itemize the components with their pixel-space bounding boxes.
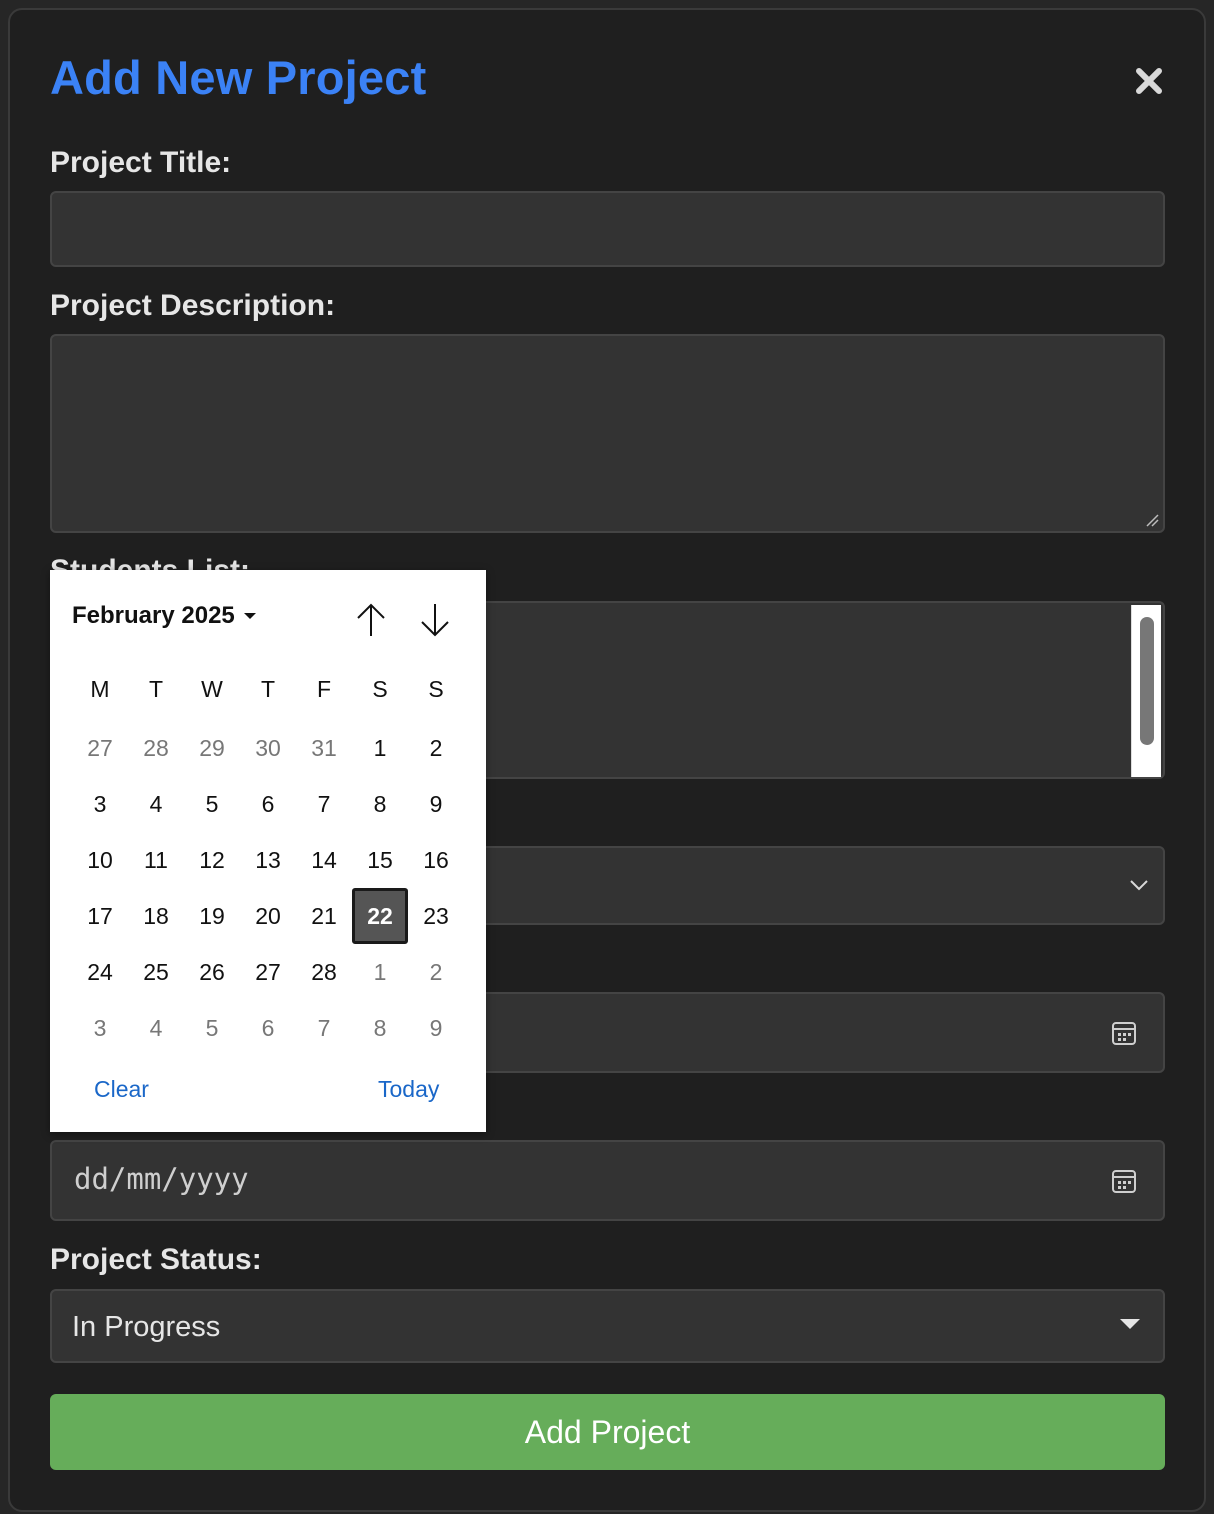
day-cell[interactable]: 2 xyxy=(408,944,464,1000)
day-cell[interactable]: 28 xyxy=(128,720,184,776)
close-button[interactable] xyxy=(1128,60,1170,102)
previous-month-button[interactable] xyxy=(353,600,389,640)
month-year-label: February 2025 xyxy=(72,602,235,629)
datepicker-popup: February 2025 MTWTFSS 27 28 29 30 31 1 2 3 4 5 6 7 8… xyxy=(50,570,486,1132)
clear-date-button[interactable]: Clear xyxy=(94,1076,149,1103)
weekday-label: W xyxy=(201,676,223,702)
project-description-label: Project Description: xyxy=(50,289,336,322)
day-cell[interactable]: 7 xyxy=(296,1000,352,1056)
day-cell[interactable]: 25 xyxy=(128,944,184,1000)
weekday-label: T xyxy=(260,676,276,702)
day-cell[interactable]: 9 xyxy=(408,776,464,832)
day-cell[interactable]: 7 xyxy=(296,776,352,832)
project-status-select[interactable]: In Progress xyxy=(50,1289,1165,1363)
close-icon xyxy=(1136,68,1162,94)
day-cell[interactable]: 20 xyxy=(240,888,296,944)
end-date-input[interactable]: dd/mm/yyyy xyxy=(50,1140,1165,1221)
project-status-label: Project Status: xyxy=(50,1243,262,1276)
resize-handle-icon[interactable] xyxy=(1145,513,1159,527)
day-cell[interactable]: 26 xyxy=(184,944,240,1000)
day-cell[interactable]: 5 xyxy=(184,776,240,832)
day-cell[interactable]: 28 xyxy=(296,944,352,1000)
caret-down-icon xyxy=(1120,1319,1140,1329)
day-cell[interactable]: 11 xyxy=(128,832,184,888)
month-year-selector[interactable]: February 2025 xyxy=(72,602,257,630)
day-cell[interactable]: 18 xyxy=(128,888,184,944)
scrollbar-thumb[interactable] xyxy=(1140,617,1154,745)
day-cell[interactable]: 17 xyxy=(72,888,128,944)
day-cell[interactable]: 13 xyxy=(240,832,296,888)
calendar-icon[interactable] xyxy=(1111,1020,1137,1046)
weekday-label: S xyxy=(428,676,444,702)
day-cell[interactable]: 10 xyxy=(72,832,128,888)
next-month-button[interactable] xyxy=(417,600,453,640)
day-cell[interactable]: 30 xyxy=(240,720,296,776)
arrow-up-icon xyxy=(357,603,385,636)
calendar-icon[interactable] xyxy=(1111,1168,1137,1194)
day-cell[interactable]: 4 xyxy=(128,776,184,832)
day-cell[interactable]: 8 xyxy=(352,776,408,832)
day-cell[interactable]: 2 xyxy=(408,720,464,776)
day-cell[interactable]: 31 xyxy=(296,720,352,776)
day-cell[interactable]: 29 xyxy=(184,720,240,776)
day-cell[interactable]: 15 xyxy=(352,832,408,888)
day-cell[interactable]: 23 xyxy=(408,888,464,944)
weekday-label: T xyxy=(148,676,164,702)
modal-title: Add New Project xyxy=(50,51,427,104)
project-status-value: In Progress xyxy=(72,1311,221,1343)
day-cell[interactable]: 1 xyxy=(352,720,408,776)
project-description-textarea[interactable] xyxy=(50,334,1165,533)
today-button[interactable]: Today xyxy=(378,1076,439,1103)
caret-down-icon xyxy=(243,613,256,619)
project-title-label: Project Title: xyxy=(50,146,232,179)
day-cell[interactable]: 6 xyxy=(240,1000,296,1056)
day-cell[interactable]: 21 xyxy=(296,888,352,944)
day-cell[interactable]: 3 xyxy=(72,1000,128,1056)
day-cell[interactable]: 3 xyxy=(72,776,128,832)
day-cell[interactable]: 19 xyxy=(184,888,240,944)
chevron-down-icon xyxy=(1130,880,1148,891)
day-cell[interactable]: 6 xyxy=(240,776,296,832)
day-cell[interactable]: 27 xyxy=(72,720,128,776)
end-date-placeholder: dd/mm/yyyy xyxy=(74,1162,249,1196)
weekday-label: S xyxy=(372,676,388,702)
weekday-label: M xyxy=(90,676,110,702)
day-cell[interactable]: 8 xyxy=(352,1000,408,1056)
day-cell[interactable]: 27 xyxy=(240,944,296,1000)
day-cell[interactable]: 16 xyxy=(408,832,464,888)
weekday-label: F xyxy=(316,676,332,702)
project-title-input[interactable] xyxy=(50,191,1165,267)
day-cell[interactable]: 14 xyxy=(296,832,352,888)
day-cell[interactable]: 24 xyxy=(72,944,128,1000)
arrow-down-icon xyxy=(421,604,449,637)
students-list-label: Students List: xyxy=(50,556,486,570)
day-cell[interactable]: 12 xyxy=(184,832,240,888)
day-cell[interactable]: 5 xyxy=(184,1000,240,1056)
day-cell[interactable]: 1 xyxy=(352,944,408,1000)
selected-day-cell[interactable]: 22 xyxy=(352,888,408,944)
students-list-scrollbar[interactable] xyxy=(1131,605,1161,777)
day-cell[interactable]: 9 xyxy=(408,1000,464,1056)
add-project-button[interactable]: Add Project xyxy=(50,1394,1165,1470)
day-cell[interactable]: 4 xyxy=(128,1000,184,1056)
